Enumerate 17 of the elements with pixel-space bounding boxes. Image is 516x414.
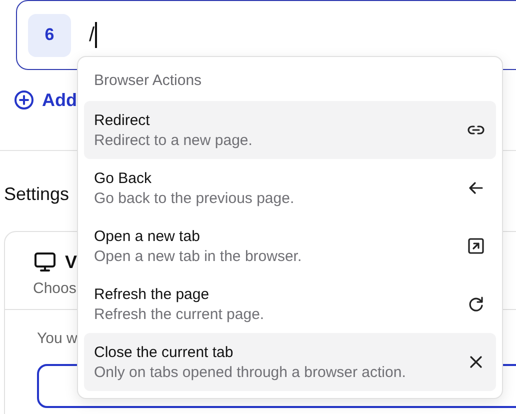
- item-description: Only on tabs opened through a browser action.: [94, 364, 406, 380]
- step-badge: 6: [28, 14, 71, 56]
- card-title: V: [65, 252, 78, 272]
- item-title: Go Back: [94, 170, 153, 186]
- item-description: Go back to the previous page.: [94, 190, 294, 206]
- item-title: Close the current tab: [94, 344, 234, 360]
- item-title: Refresh the page: [94, 286, 210, 302]
- item-description: Redirect to a new page.: [94, 132, 252, 148]
- card-subtitle: Choos: [33, 280, 76, 297]
- item-title: Redirect: [94, 112, 151, 128]
- menu-header: Browser Actions: [93, 71, 203, 91]
- item-description: Open a new tab in the browser.: [94, 248, 302, 264]
- item-description: Refresh the current page.: [94, 306, 264, 322]
- card-text: You w: [37, 330, 78, 347]
- item-title: Open a new tab: [94, 228, 201, 244]
- field-value: /: [89, 24, 95, 46]
- section-title: Settings: [4, 184, 70, 205]
